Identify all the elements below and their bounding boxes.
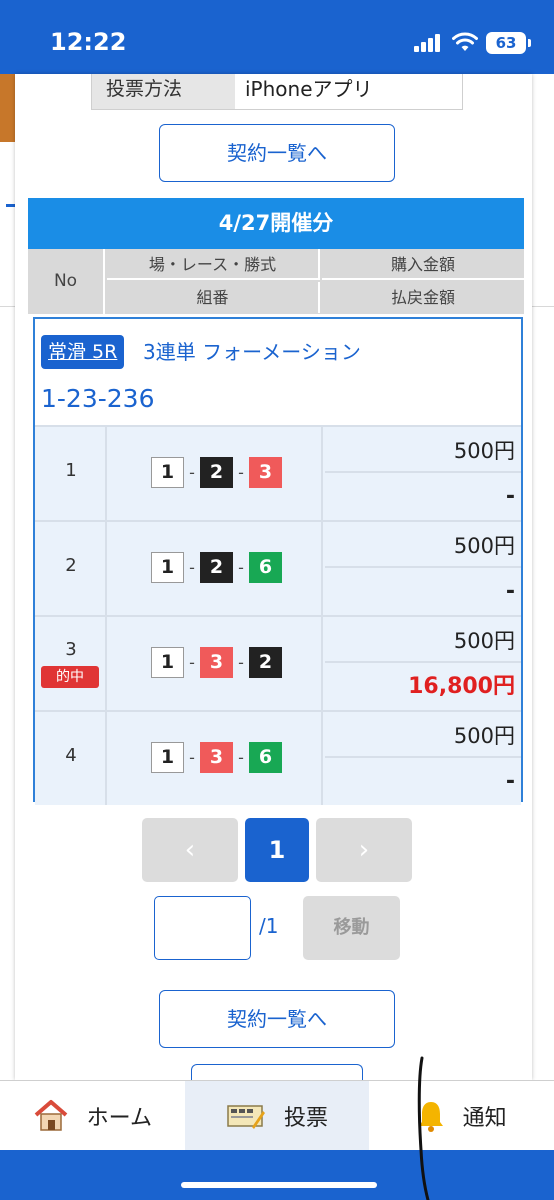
column-venue-race-type: 場・レース・勝式: [107, 249, 320, 280]
dash-separator: -: [238, 463, 244, 482]
close-button-partial[interactable]: [191, 1064, 363, 1080]
voting-method-label: 投票方法: [92, 74, 235, 109]
boat-number: 6: [249, 742, 282, 773]
next-page-button[interactable]: ›: [316, 818, 412, 882]
row-no: 4: [65, 745, 77, 766]
contract-list-button[interactable]: 契約一覧へ: [159, 124, 395, 182]
row-combination: 1 - 2 - 6: [107, 522, 323, 615]
contract-list-button-bottom[interactable]: 契約一覧へ: [159, 990, 395, 1048]
move-button[interactable]: 移動: [303, 896, 400, 960]
row-no: 3: [65, 639, 77, 660]
purchase-amount: 500円: [325, 522, 521, 568]
background-page-right: [532, 74, 554, 1080]
dash-separator: -: [238, 558, 244, 577]
row-combination: 1 - 2 - 3: [107, 427, 323, 520]
venue-race-link[interactable]: 常滑 5R: [41, 335, 125, 369]
house-icon: [34, 1100, 67, 1131]
home-indicator[interactable]: [181, 1182, 377, 1188]
dash-separator: -: [189, 748, 195, 767]
bet-type: 3連単 フォーメーション: [143, 340, 361, 364]
nav-home-label: ホーム: [86, 1106, 152, 1131]
background-accent: [6, 204, 15, 207]
purchase-amount: 500円: [325, 712, 521, 758]
page-total: /1: [259, 914, 279, 938]
voting-method-value: iPhoneアプリ: [245, 77, 373, 101]
date-header: 4/27開催分: [28, 198, 524, 249]
home-indicator-area: [0, 1150, 554, 1200]
column-header: No 場・レース・勝式 購入金額 組番 払戻金額: [28, 249, 524, 314]
dash-separator: -: [189, 463, 195, 482]
row-amount: 500円 -: [325, 522, 521, 615]
column-combination: 組番: [107, 282, 320, 313]
table-row: 2 1 - 2 - 6 500円 -: [35, 520, 521, 615]
payout-amount: 16,800円: [408, 674, 515, 699]
boat-number: 2: [200, 552, 233, 583]
background-divider: [0, 306, 15, 307]
background-divider: [532, 306, 554, 307]
purchase-amount: 500円: [325, 617, 521, 663]
boat-number: 3: [200, 742, 233, 773]
battery-indicator: 63: [486, 32, 531, 54]
row-no: 2: [65, 555, 77, 576]
row-no: 1: [65, 460, 77, 481]
payout-amount: -: [505, 769, 515, 794]
boat-number: 2: [200, 457, 233, 488]
row-no-cell: 2: [35, 522, 107, 615]
boat-number: 1: [151, 552, 184, 583]
status-bar: 12:22 63: [0, 0, 554, 74]
boat-number: 3: [249, 457, 282, 488]
nav-notifications-label: 通知: [462, 1106, 507, 1131]
row-combination: 1 - 3 - 2: [107, 617, 323, 710]
page-number-input[interactable]: [154, 896, 251, 960]
purchase-amount: 500円: [325, 427, 521, 473]
boat-number: 2: [249, 647, 282, 678]
dash-separator: -: [238, 748, 244, 767]
nav-vote-label: 投票: [284, 1106, 329, 1131]
status-time: 12:22: [50, 28, 127, 56]
dash-separator: -: [189, 653, 195, 672]
row-amount: 500円 16,800円: [325, 617, 521, 710]
row-no-cell: 4: [35, 712, 107, 805]
dash-separator: -: [238, 653, 244, 672]
table-row: 4 1 - 3 - 6 500円 -: [35, 710, 521, 805]
ticket-card: 常滑 5R 3連単 フォーメーション 1-23-236 1 1 - 2 - 3: [33, 317, 523, 805]
table-row: 1 1 - 2 - 3 500円 -: [35, 425, 521, 520]
row-amount: 500円 -: [325, 712, 521, 805]
voting-method-table: 投票方法 iPhoneアプリ: [91, 74, 463, 110]
column-payout-amount: 払戻金額: [390, 288, 455, 307]
bet-rows: 1 1 - 2 - 3 500円 - 2 1 - 2 - 6 500円 - 3 …: [35, 425, 521, 805]
payout-amount: -: [505, 484, 515, 509]
background-page-left: [0, 74, 15, 1080]
hit-badge: 的中: [41, 666, 99, 688]
boat-number: 1: [151, 742, 184, 773]
boat-number: 1: [151, 457, 184, 488]
nav-notifications[interactable]: 通知: [369, 1081, 554, 1151]
payout-amount: -: [505, 579, 515, 604]
cellular-signal-icon: [414, 34, 442, 52]
wifi-icon: [452, 32, 478, 51]
current-page-button[interactable]: 1: [245, 818, 309, 882]
dash-separator: -: [189, 558, 195, 577]
nav-vote[interactable]: 投票: [184, 1081, 370, 1151]
bottom-nav: ホーム 投票 通知: [0, 1080, 554, 1151]
boat-number: 6: [249, 552, 282, 583]
row-no-cell: 1: [35, 427, 107, 520]
nav-home[interactable]: ホーム: [0, 1081, 185, 1151]
combination-summary: 1-23-236: [41, 384, 155, 413]
ticket-icon: [227, 1105, 265, 1129]
row-amount: 500円 -: [325, 427, 521, 520]
background-banner: [0, 74, 15, 142]
table-row: 3 的中 1 - 3 - 2 500円 16,800円: [35, 615, 521, 710]
column-no: No: [28, 249, 105, 314]
boat-number: 1: [151, 647, 184, 678]
column-purchase-amount: 購入金額: [322, 249, 524, 280]
prev-page-button[interactable]: ‹: [142, 818, 238, 882]
bell-icon: [418, 1102, 443, 1132]
contract-detail-modal: 投票方法 iPhoneアプリ 契約一覧へ 4/27開催分 No 場・レース・勝式…: [15, 74, 532, 1080]
boat-number: 3: [200, 647, 233, 678]
row-no-cell: 3 的中: [35, 617, 107, 710]
row-combination: 1 - 3 - 6: [107, 712, 323, 805]
